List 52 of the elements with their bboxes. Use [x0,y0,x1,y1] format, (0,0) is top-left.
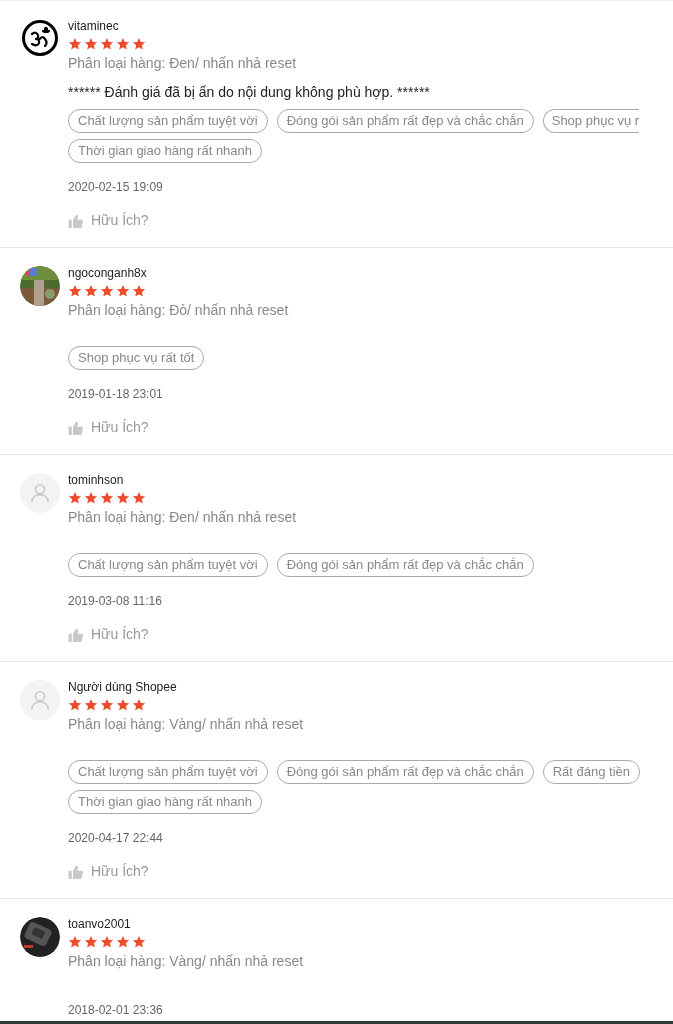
star-icon [116,935,130,949]
star-icon [100,935,114,949]
thumbs-up-icon [68,627,83,642]
star-icon [116,491,130,505]
review-date: 2019-03-08 11:16 [68,594,163,608]
star-icon [132,698,146,712]
helpful-button[interactable]: Hữu Ích? [68,417,149,438]
star-icon [84,935,98,949]
username: vitaminec [68,19,120,33]
star-icon [132,284,146,298]
star-icon [68,37,82,51]
variation-text: Phân loại hàng: Vàng/ nhấn nhả reset [68,952,305,970]
helpful-button[interactable]: Hữu Ích? [68,210,149,231]
star-icon [68,284,82,298]
variation-text: Phân loại hàng: Đen/ nhấn nhả reset [68,508,298,526]
star-icon [68,935,82,949]
thumbs-up-icon [68,420,83,435]
username: Người dùng Shopee [68,680,178,694]
star-icon [116,698,130,712]
helpful-button[interactable]: Hữu Ích? [68,624,149,645]
username: toanvo2001 [68,917,132,931]
username: tominhson [68,473,125,487]
star-icon [84,698,98,712]
variation-text: Phân loại hàng: Đen/ nhấn nhả reset [68,54,298,72]
variation-text: Phân loại hàng: Đỏ/ nhấn nhả reset [68,301,290,319]
username: ngoconganh8x [68,266,148,280]
helpful-button[interactable]: Hữu Ích? [68,861,149,882]
thumbs-up-icon [68,864,83,879]
review-date: 2020-02-15 19:09 [68,180,164,194]
star-icon [68,491,82,505]
star-icon [100,284,114,298]
star-icon [100,698,114,712]
star-icon [84,37,98,51]
review-date: 2018-02-01 23:36 [68,1003,164,1017]
thumbs-up-icon [68,213,83,228]
star-icon [100,37,114,51]
star-icon [132,37,146,51]
review-date: 2019-01-18 23:01 [68,387,164,401]
star-icon [116,37,130,51]
star-icon [132,491,146,505]
star-icon [84,284,98,298]
star-icon [68,698,82,712]
star-icon [116,284,130,298]
star-icon [132,935,146,949]
variation-text: Phân loại hàng: Vàng/ nhấn nhả reset [68,715,305,733]
star-icon [84,491,98,505]
avatar-icon [20,473,60,513]
review-date: 2020-04-17 22:44 [68,831,164,845]
star-icon [100,491,114,505]
review-comment: ****** Đánh giá đã bị ẩn do nội dung không phù hợp. ****** [68,83,430,101]
avatar-icon [20,680,60,720]
avatar-icon [22,20,58,56]
